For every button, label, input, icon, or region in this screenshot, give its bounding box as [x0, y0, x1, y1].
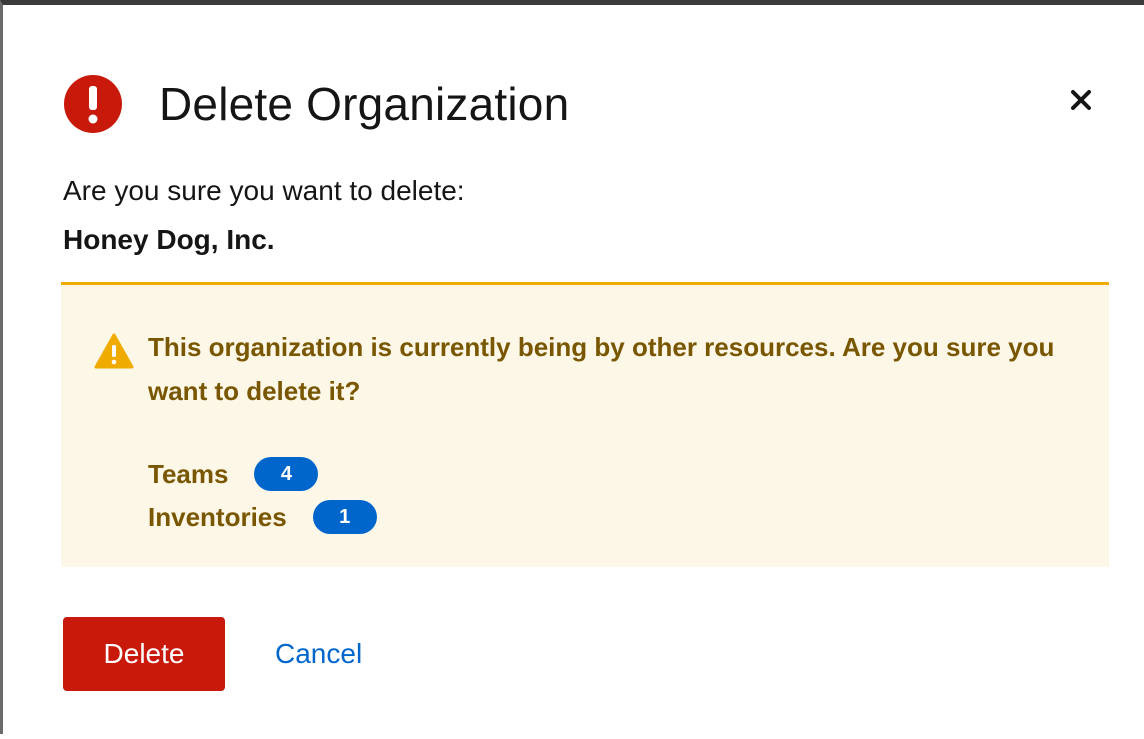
count-badge: 4 [254, 457, 319, 491]
window-frame: Delete Organization Are you sure you wan… [0, 0, 1144, 739]
count-badge: 1 [312, 500, 377, 534]
close-button[interactable] [1059, 78, 1103, 122]
close-icon [1071, 90, 1091, 110]
delete-button[interactable]: Delete [63, 617, 225, 691]
modal-footer: Delete Cancel [63, 617, 362, 691]
modal-title: Delete Organization [159, 78, 570, 130]
resource-label: Inventories [148, 501, 287, 532]
resource-row-inventories: Inventories 1 [148, 500, 377, 534]
resource-row-teams: Teams 4 [148, 457, 319, 491]
resource-label: Teams [148, 458, 229, 489]
modal-header: Delete Organization [63, 72, 1103, 136]
confirm-text: Are you sure you want to delete: [63, 175, 465, 206]
exclamation-circle-icon [63, 74, 123, 134]
cancel-button[interactable]: Cancel [275, 638, 362, 670]
warning-message: This organization is currently being by … [148, 332, 1055, 406]
organization-name: Honey Dog, Inc. [63, 224, 275, 255]
warning-triangle-icon [94, 333, 134, 369]
warning-alert: This organization is currently being by … [61, 282, 1109, 567]
delete-organization-modal: Delete Organization Are you sure you wan… [6, 10, 1144, 739]
